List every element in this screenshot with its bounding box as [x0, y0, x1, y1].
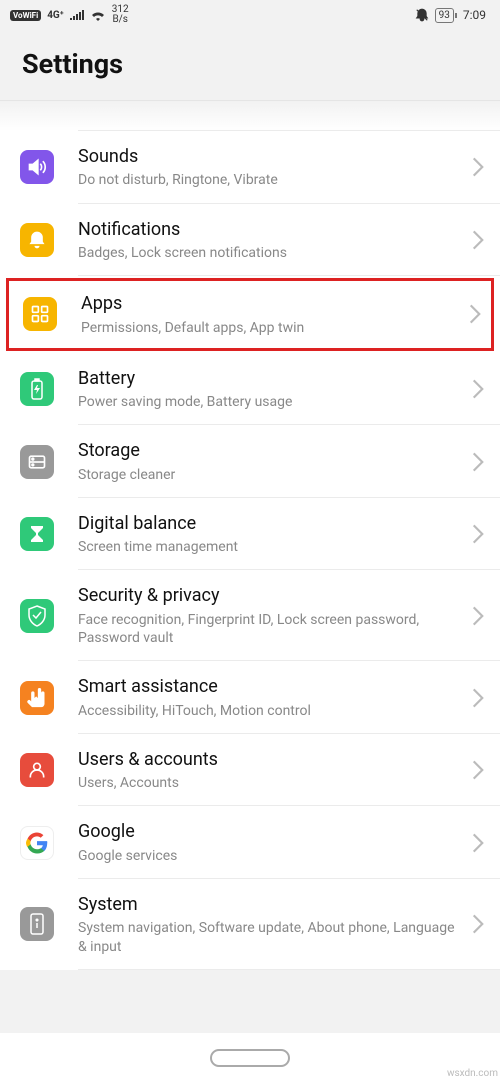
google-icon: [20, 826, 54, 860]
chevron-right-icon: [472, 606, 484, 626]
network-speed: 312 B/s: [112, 5, 129, 25]
chevron-right-icon: [472, 914, 484, 934]
row-storage[interactable]: Storage Storage cleaner: [0, 425, 500, 498]
row-title: Digital balance: [78, 512, 464, 535]
page-header: Settings: [0, 30, 500, 101]
chevron-right-icon: [469, 304, 481, 324]
row-google[interactable]: Google Google services: [0, 806, 500, 879]
row-subtitle: System navigation, Software update, Abou…: [78, 919, 464, 955]
row-digital-balance[interactable]: Digital balance Screen time management: [0, 498, 500, 571]
hourglass-icon: [20, 517, 54, 551]
network-4g-indicator: 4G⁺: [47, 10, 64, 21]
chevron-right-icon: [472, 524, 484, 544]
chevron-right-icon: [472, 452, 484, 472]
user-icon: [20, 753, 54, 787]
settings-list: Sounds Do not disturb, Ringtone, Vibrate…: [0, 101, 500, 970]
row-title: Apps: [81, 292, 461, 315]
row-subtitle: Permissions, Default apps, App twin: [81, 319, 461, 337]
bell-icon: [20, 223, 54, 257]
status-bar: VoWiFi 4G⁺ 312 B/s 93 7:09: [0, 0, 500, 30]
row-subtitle: Power saving mode, Battery usage: [78, 393, 464, 411]
battery-indicator: 93: [435, 8, 457, 23]
sound-icon: [20, 150, 54, 184]
row-notifications[interactable]: Notifications Badges, Lock screen notifi…: [0, 204, 500, 277]
row-subtitle: Google services: [78, 847, 464, 865]
row-subtitle: Face recognition, Fingerprint ID, Lock s…: [78, 611, 464, 647]
apps-icon: [23, 297, 57, 331]
row-title: Security & privacy: [78, 584, 464, 607]
watermark: wsxdn.com: [447, 1068, 498, 1079]
wifi-icon: [90, 9, 106, 21]
chevron-right-icon: [472, 833, 484, 853]
row-title: Sounds: [78, 145, 464, 168]
row-subtitle: Users, Accounts: [78, 774, 464, 792]
shield-icon: [20, 599, 54, 633]
navigation-bar: [0, 1033, 500, 1083]
phone-info-icon: [20, 907, 54, 941]
row-title: Users & accounts: [78, 748, 464, 771]
row-title: System: [78, 893, 464, 916]
row-title: Storage: [78, 439, 464, 462]
chevron-right-icon: [472, 760, 484, 780]
storage-icon: [20, 445, 54, 479]
row-subtitle: Badges, Lock screen notifications: [78, 244, 464, 262]
row-sounds[interactable]: Sounds Do not disturb, Ringtone, Vibrate: [0, 131, 500, 204]
row-title: Smart assistance: [78, 675, 464, 698]
row-subtitle: Do not disturb, Ringtone, Vibrate: [78, 171, 464, 189]
battery-icon: [20, 372, 54, 406]
row-battery[interactable]: Battery Power saving mode, Battery usage: [0, 353, 500, 426]
chevron-right-icon: [472, 379, 484, 399]
row-security[interactable]: Security & privacy Face recognition, Fin…: [0, 570, 500, 661]
row-users[interactable]: Users & accounts Users, Accounts: [0, 734, 500, 807]
partial-row[interactable]: [0, 101, 500, 131]
row-title: Battery: [78, 367, 464, 390]
chevron-right-icon: [472, 157, 484, 177]
row-subtitle: Accessibility, HiTouch, Motion control: [78, 702, 464, 720]
row-title: Google: [78, 820, 464, 843]
row-system[interactable]: System System navigation, Software updat…: [0, 879, 500, 970]
home-pill-button[interactable]: [210, 1049, 290, 1067]
chevron-right-icon: [472, 688, 484, 708]
clock: 7:09: [463, 8, 486, 22]
row-apps[interactable]: Apps Permissions, Default apps, App twin: [6, 278, 494, 351]
row-smart-assistance[interactable]: Smart assistance Accessibility, HiTouch,…: [0, 661, 500, 734]
page-title: Settings: [22, 48, 478, 80]
hand-icon: [20, 681, 54, 715]
row-subtitle: Screen time management: [78, 538, 464, 556]
signal-icon: [70, 10, 84, 20]
chevron-right-icon: [472, 230, 484, 250]
vowifi-badge: VoWiFi: [10, 10, 41, 21]
mute-icon: [415, 8, 429, 22]
row-title: Notifications: [78, 218, 464, 241]
row-subtitle: Storage cleaner: [78, 466, 464, 484]
